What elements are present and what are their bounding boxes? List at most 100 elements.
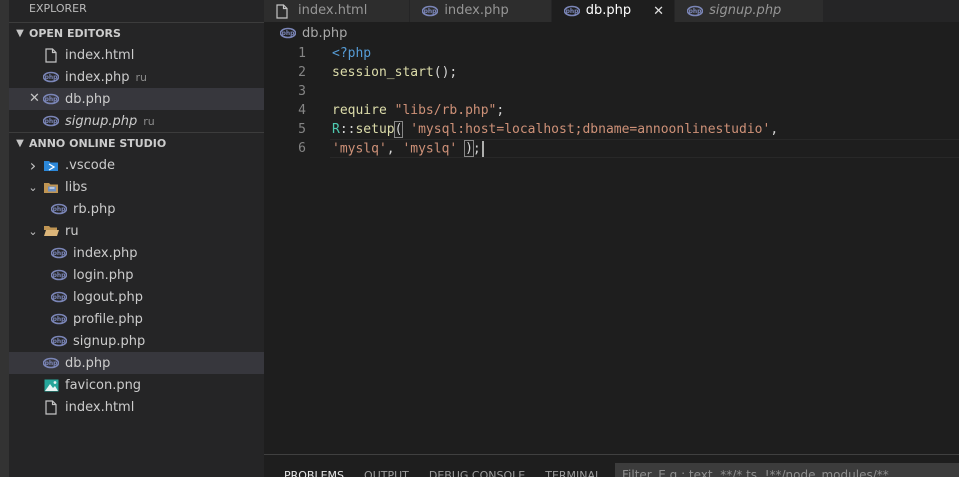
tree-item-label: index.php bbox=[73, 245, 138, 261]
tree-file[interactable]: php db.php bbox=[9, 352, 264, 374]
bottom-panel: PROBLEMS OUTPUT DEBUG CONSOLE TERMINAL bbox=[264, 454, 959, 477]
svg-text:php: php bbox=[53, 272, 67, 279]
chevron-down-icon[interactable]: ⌄ bbox=[25, 225, 41, 238]
tree-item-label: ru bbox=[65, 223, 79, 239]
folder-open-icon bbox=[43, 223, 59, 239]
code-text: R::setup( 'mysql:host=localhost;dbname=a… bbox=[332, 121, 779, 138]
php-icon: php bbox=[43, 69, 59, 85]
tree-item-label: signup.php bbox=[73, 333, 146, 349]
project-header[interactable]: ▼ ANNO ONLINE STUDIO bbox=[9, 132, 264, 154]
breadcrumb[interactable]: php db.php bbox=[264, 22, 959, 44]
tab-db-php[interactable]: php db.php ✕ bbox=[551, 0, 676, 22]
code-text: 'myslq', 'myslq' ); bbox=[332, 140, 484, 157]
problems-filter-input[interactable] bbox=[615, 463, 959, 477]
open-editor-item[interactable]: ✕ php db.php bbox=[9, 88, 264, 110]
tab-index-php[interactable]: php index.php bbox=[410, 0, 552, 22]
line-number: 2 bbox=[298, 65, 306, 80]
tree-file[interactable]: php logout.php bbox=[9, 286, 264, 308]
tree-file[interactable]: php signup.php bbox=[9, 330, 264, 352]
open-editor-item[interactable]: index.html bbox=[9, 44, 264, 66]
code-token: require bbox=[332, 103, 395, 118]
code-line[interactable]: 3 bbox=[264, 82, 959, 101]
file-icon bbox=[43, 399, 59, 415]
panel-tab-terminal[interactable]: TERMINAL bbox=[545, 455, 601, 477]
code-token: session_start bbox=[332, 65, 434, 80]
php-icon: php bbox=[43, 355, 59, 371]
text-cursor bbox=[481, 140, 484, 157]
code-line[interactable]: 6 'myslq', 'myslq' ); bbox=[264, 139, 959, 158]
open-editor-folder: ru bbox=[143, 114, 155, 128]
svg-text:php: php bbox=[282, 30, 296, 37]
breadcrumb-file[interactable]: db.php bbox=[302, 26, 347, 41]
close-icon[interactable]: ✕ bbox=[29, 91, 40, 106]
open-editor-item[interactable]: php signup.php ru bbox=[9, 110, 264, 132]
tree-file[interactable]: php rb.php bbox=[9, 198, 264, 220]
php-icon: php bbox=[43, 113, 59, 129]
code-token: <?php bbox=[332, 46, 372, 61]
svg-text:php: php bbox=[45, 96, 59, 103]
php-icon: php bbox=[51, 289, 67, 305]
tree-file[interactable]: favicon.png bbox=[9, 374, 264, 396]
chevron-right-icon[interactable]: › bbox=[25, 156, 41, 175]
libs-folder-icon bbox=[43, 179, 59, 195]
tab-label: db.php bbox=[585, 3, 632, 18]
code-line[interactable]: 5 R::setup( 'mysql:host=localhost;dbname=… bbox=[264, 120, 959, 139]
vscode-folder-icon bbox=[43, 157, 59, 173]
line-number: 4 bbox=[298, 103, 306, 118]
svg-text:php: php bbox=[53, 250, 67, 257]
tab-signup-php[interactable]: php signup.php bbox=[675, 0, 825, 22]
open-editors-header[interactable]: ▼ OPEN EDITORS bbox=[9, 22, 264, 44]
code-line[interactable]: 2 session_start(); bbox=[264, 63, 959, 82]
tree-item-label: libs bbox=[65, 179, 88, 195]
tab-index-html[interactable]: index.html bbox=[264, 0, 411, 22]
open-editor-folder: ru bbox=[135, 70, 147, 84]
svg-text:php: php bbox=[45, 118, 59, 125]
panel-tab-problems[interactable]: PROBLEMS bbox=[284, 455, 344, 477]
chevron-down-icon[interactable]: ⌄ bbox=[25, 181, 41, 194]
svg-text:php: php bbox=[53, 338, 67, 345]
editor-tabs: index.html php index.php php db.php ✕ php signu… bbox=[264, 0, 959, 22]
tree-folder[interactable]: › .vscode bbox=[9, 154, 264, 176]
tree-item-label: profile.php bbox=[73, 311, 143, 327]
open-editor-item[interactable]: php index.php ru bbox=[9, 66, 264, 88]
php-icon: php bbox=[51, 267, 67, 283]
svg-text:php: php bbox=[53, 316, 67, 323]
project-label: ANNO ONLINE STUDIO bbox=[29, 137, 167, 150]
chevron-down-icon: ▼ bbox=[16, 138, 24, 149]
code-token: ) bbox=[464, 140, 474, 157]
panel-tab-debug-console[interactable]: DEBUG CONSOLE bbox=[429, 455, 525, 477]
php-icon: php bbox=[43, 91, 59, 107]
explorer-title: EXPLORER bbox=[29, 2, 87, 15]
tree-item-label: .vscode bbox=[65, 157, 115, 173]
code-line[interactable]: 1 <?php bbox=[264, 44, 959, 63]
tree-file[interactable]: php index.php bbox=[9, 242, 264, 264]
code-token: "libs/rb.php" bbox=[394, 103, 497, 118]
tree-folder[interactable]: ⌄ ru bbox=[9, 220, 264, 242]
php-icon: php bbox=[51, 311, 67, 327]
open-editor-label: index.php bbox=[65, 69, 130, 85]
tree-file[interactable]: php login.php bbox=[9, 264, 264, 286]
code-token: ; bbox=[472, 141, 481, 156]
code-token: 'mysql:host=localhost;dbname=annoonlines… bbox=[410, 122, 771, 137]
panel-tab-output[interactable]: OUTPUT bbox=[364, 455, 409, 477]
close-icon[interactable]: ✕ bbox=[653, 4, 664, 19]
line-number: 3 bbox=[298, 84, 306, 99]
svg-text:php: php bbox=[45, 360, 59, 367]
php-icon: php bbox=[422, 4, 439, 18]
tree-file[interactable]: index.html bbox=[9, 396, 264, 418]
image-icon bbox=[43, 377, 59, 393]
php-icon: php bbox=[687, 4, 704, 18]
tree-file[interactable]: php profile.php bbox=[9, 308, 264, 330]
code-token: setup bbox=[355, 122, 395, 137]
code-line[interactable]: 4 require "libs/rb.php"; bbox=[264, 101, 959, 120]
code-token: 'myslq' bbox=[402, 141, 458, 156]
tree-item-label: index.html bbox=[65, 399, 135, 415]
code-token: , bbox=[770, 122, 779, 137]
explorer-sidebar: EXPLORER ▼ OPEN EDITORS index.html php ind… bbox=[9, 0, 264, 477]
code-editor[interactable]: 1 <?php 2 session_start(); 3 4 require "libs/r… bbox=[264, 44, 959, 454]
line-number: 5 bbox=[298, 122, 306, 137]
svg-text:php: php bbox=[689, 8, 703, 15]
activity-bar bbox=[0, 0, 9, 477]
tree-folder[interactable]: ⌄ libs bbox=[9, 176, 264, 198]
